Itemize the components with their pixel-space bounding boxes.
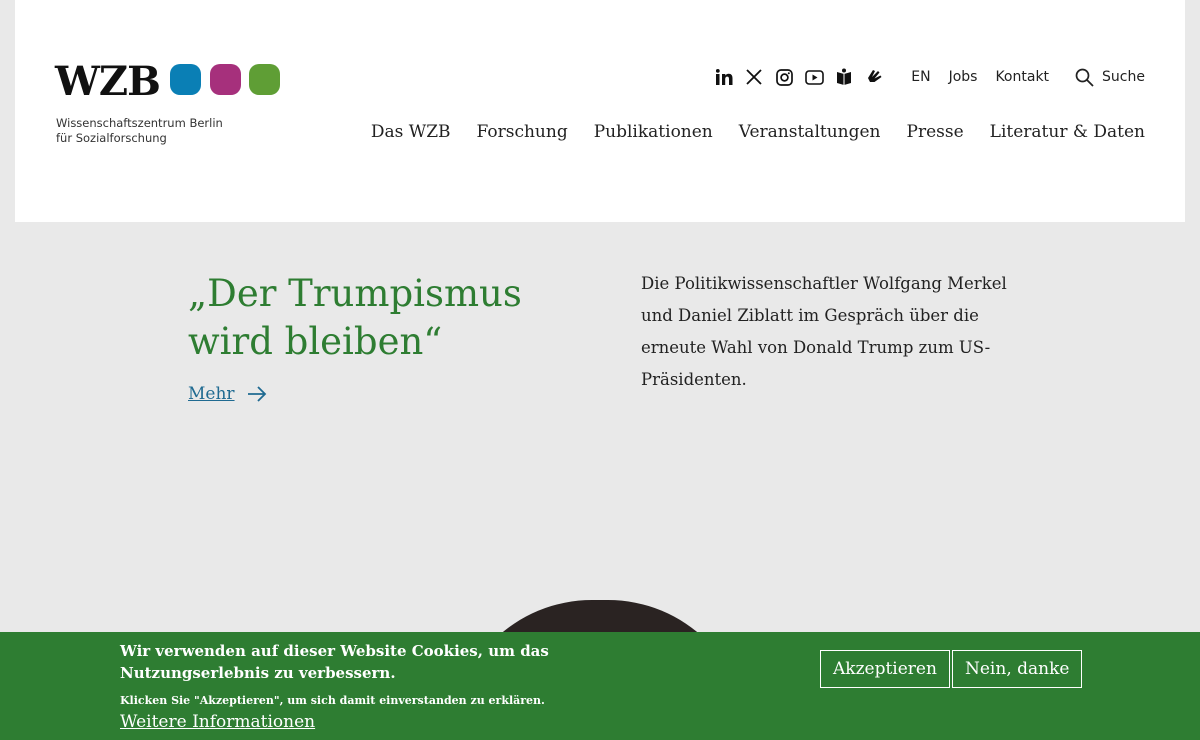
- nav-presse[interactable]: Presse: [907, 122, 964, 142]
- arrow-right-icon: [247, 386, 266, 402]
- logo-subtitle-line1: Wissenschaftszentrum Berlin: [56, 116, 223, 130]
- nav-das-wzb[interactable]: Das WZB: [371, 122, 451, 142]
- search-button[interactable]: Suche: [1075, 68, 1145, 87]
- cookie-more-info-link[interactable]: Weitere Informationen: [120, 712, 315, 732]
- search-icon: [1075, 68, 1094, 87]
- site-header: WZB Wissenschaftszentrum Berlin für Sozi…: [15, 0, 1185, 222]
- logo-dot-magenta: [210, 64, 241, 95]
- nav-veranstaltungen[interactable]: Veranstaltungen: [739, 122, 881, 142]
- jobs-link[interactable]: Jobs: [949, 69, 978, 85]
- logo-dot-green: [249, 64, 280, 95]
- hero-more-label[interactable]: Mehr: [188, 384, 235, 404]
- cookie-accept-button[interactable]: Akzeptieren: [820, 650, 950, 688]
- x-icon[interactable]: [743, 66, 765, 88]
- nav-literatur-daten[interactable]: Literatur & Daten: [990, 122, 1145, 142]
- youtube-icon[interactable]: [803, 66, 825, 88]
- cookie-decline-button[interactable]: Nein, danke: [952, 650, 1083, 688]
- hero-title: „Der Trumpismus wird bleiben“: [188, 272, 522, 363]
- cookie-instruction: Klicken Sie "Akzeptieren", um sich damit…: [120, 694, 545, 707]
- sign-language-icon[interactable]: [863, 66, 885, 88]
- logo-subtitle: Wissenschaftszentrum Berlin für Sozialfo…: [56, 116, 276, 146]
- easy-language-icon[interactable]: [833, 66, 855, 88]
- search-label: Suche: [1102, 69, 1145, 85]
- nav-publikationen[interactable]: Publikationen: [594, 122, 713, 142]
- logo-subtitle-line2: für Sozialforschung: [56, 131, 167, 145]
- instagram-icon[interactable]: [773, 66, 795, 88]
- utility-nav: EN Jobs Kontakt Suche: [713, 66, 1145, 88]
- linkedin-icon[interactable]: [713, 66, 735, 88]
- nav-forschung[interactable]: Forschung: [477, 122, 568, 142]
- cookie-message: Wir verwenden auf dieser Website Cookies…: [120, 642, 549, 682]
- cookie-banner: Wir verwenden auf dieser Website Cookies…: [0, 632, 1200, 740]
- main-nav: Das WZB Forschung Publikationen Veransta…: [345, 122, 1145, 142]
- logo-wordmark: WZB: [55, 58, 161, 105]
- contact-link[interactable]: Kontakt: [995, 69, 1049, 85]
- hero-teaser-text: Die Politikwissenschaftler Wolfgang Merk…: [641, 274, 1007, 389]
- hero-more-link[interactable]: Mehr: [188, 384, 267, 404]
- language-switch-en[interactable]: EN: [911, 69, 930, 85]
- logo-dot-blue: [170, 64, 201, 95]
